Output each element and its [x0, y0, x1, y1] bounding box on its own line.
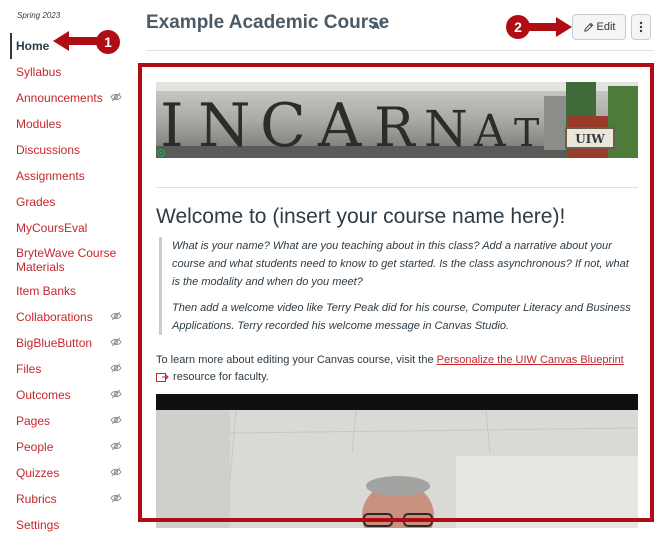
- eye-off-icon: [110, 466, 122, 480]
- body-text-prefix: To learn more about editing your Canvas …: [156, 354, 437, 366]
- eye-off-icon: [110, 414, 122, 428]
- sidebar-item-grades[interactable]: Grades: [10, 189, 128, 215]
- eye-off-icon: [110, 492, 122, 506]
- sidebar-item-announcements[interactable]: Announcements: [10, 85, 128, 111]
- sidebar-item-label: Announcements: [16, 91, 103, 105]
- sidebar-item-files[interactable]: Files: [10, 356, 128, 382]
- external-link-icon[interactable]: [156, 372, 169, 383]
- eye-off-icon: [110, 310, 122, 324]
- body-text-suffix: resource for faculty.: [170, 371, 269, 383]
- sidebar-item-mycourseval[interactable]: MyCoursEval: [10, 215, 128, 241]
- sidebar-item-settings[interactable]: Settings: [10, 512, 128, 538]
- sidebar-item-label: Pages: [16, 414, 51, 428]
- sidebar-item-label: Files: [16, 362, 42, 376]
- sidebar-item-label: Quizzes: [16, 466, 60, 480]
- sidebar-item-assignments[interactable]: Assignments: [10, 163, 128, 189]
- svg-text:N: N: [198, 91, 251, 158]
- eye-off-icon: [110, 91, 122, 105]
- more-options-button[interactable]: [631, 14, 651, 40]
- svg-text:A: A: [372, 21, 380, 30]
- callout-badge-1: 1: [96, 30, 120, 54]
- quote-paragraph-2: Then add a welcome video like Terry Peak…: [172, 302, 631, 332]
- eye-off-icon: [110, 388, 122, 402]
- sidebar-item-quizzes[interactable]: Quizzes: [10, 460, 128, 486]
- edit-button-label: Edit: [596, 21, 616, 33]
- sidebar-item-discussions[interactable]: Discussions: [10, 137, 128, 163]
- course-title: Example Academic Course: [146, 12, 390, 33]
- sidebar-item-label: Grades: [16, 195, 56, 209]
- content-divider: [156, 187, 638, 188]
- sidebar-item-label: BryteWave Course Materials: [16, 245, 117, 274]
- body-paragraph: To learn more about editing your Canvas …: [156, 352, 640, 386]
- blueprint-link[interactable]: Personalize the UIW Canvas Blueprint: [437, 354, 624, 366]
- svg-text:A: A: [473, 106, 507, 157]
- course-banner-image: I N C A R N A T E UIW: [156, 82, 638, 158]
- pencil-icon: [583, 22, 593, 32]
- svg-text:I: I: [160, 91, 184, 158]
- sidebar-item-label: Assignments: [16, 169, 85, 183]
- svg-text:T: T: [514, 111, 539, 155]
- svg-text:N: N: [424, 100, 468, 158]
- sidebar-item-item-banks[interactable]: Item Banks: [10, 278, 128, 304]
- sidebar-item-syllabus[interactable]: Syllabus: [10, 59, 128, 85]
- welcome-heading: Welcome to (insert your course name here…: [156, 205, 566, 228]
- immersive-reader-icon[interactable]: A: [372, 18, 388, 30]
- quote-paragraph-1: What is your name? What are you teaching…: [172, 240, 629, 288]
- eye-off-icon: [110, 362, 122, 376]
- sidebar-item-label: MyCoursEval: [16, 221, 88, 235]
- sidebar-item-outcomes[interactable]: Outcomes: [10, 382, 128, 408]
- sidebar-item-label: Home: [16, 39, 50, 53]
- sidebar-item-brytewave-course-materials[interactable]: BryteWave Course Materials: [10, 241, 128, 278]
- sidebar-item-bigbluebutton[interactable]: BigBlueButton: [10, 330, 128, 356]
- course-navigation: Home Syllabus Announcements Modules Discussi…: [10, 33, 128, 538]
- callout-arrow-2: [528, 17, 572, 37]
- sidebar-item-label: Settings: [16, 518, 60, 532]
- kebab-icon: [639, 21, 643, 33]
- sidebar-item-rubrics[interactable]: Rubrics: [10, 486, 128, 512]
- sidebar-item-label: Modules: [16, 117, 62, 131]
- svg-text:C: C: [260, 91, 306, 158]
- welcome-video[interactable]: [156, 394, 638, 528]
- welcome-quote: What is your name? What are you teaching…: [159, 237, 637, 335]
- sidebar-item-pages[interactable]: Pages: [10, 408, 128, 434]
- svg-text:A: A: [317, 91, 362, 158]
- sidebar-item-label: Discussions: [16, 143, 81, 157]
- header-divider: [146, 50, 654, 51]
- callout-badge-2: 2: [506, 15, 530, 39]
- svg-text:R: R: [374, 96, 416, 158]
- banner-sign-text: UIW: [575, 132, 605, 146]
- sidebar-item-label: Item Banks: [16, 284, 77, 298]
- sidebar-item-label: People: [16, 440, 54, 454]
- sidebar-item-modules[interactable]: Modules: [10, 111, 128, 137]
- sidebar-item-label: Rubrics: [16, 492, 57, 506]
- callout-arrow-1: [53, 31, 101, 51]
- sidebar-item-label: BigBlueButton: [16, 336, 93, 350]
- sidebar-item-people[interactable]: People: [10, 434, 128, 460]
- term-label: Spring 2023: [17, 11, 61, 20]
- eye-off-icon: [110, 336, 122, 350]
- eye-off-icon: [110, 440, 122, 454]
- sidebar-item-label: Outcomes: [16, 388, 71, 402]
- edit-button[interactable]: Edit: [572, 14, 626, 40]
- sidebar-item-label: Syllabus: [16, 65, 62, 79]
- sidebar-item-collaborations[interactable]: Collaborations: [10, 304, 128, 330]
- sidebar-item-label: Collaborations: [16, 310, 93, 324]
